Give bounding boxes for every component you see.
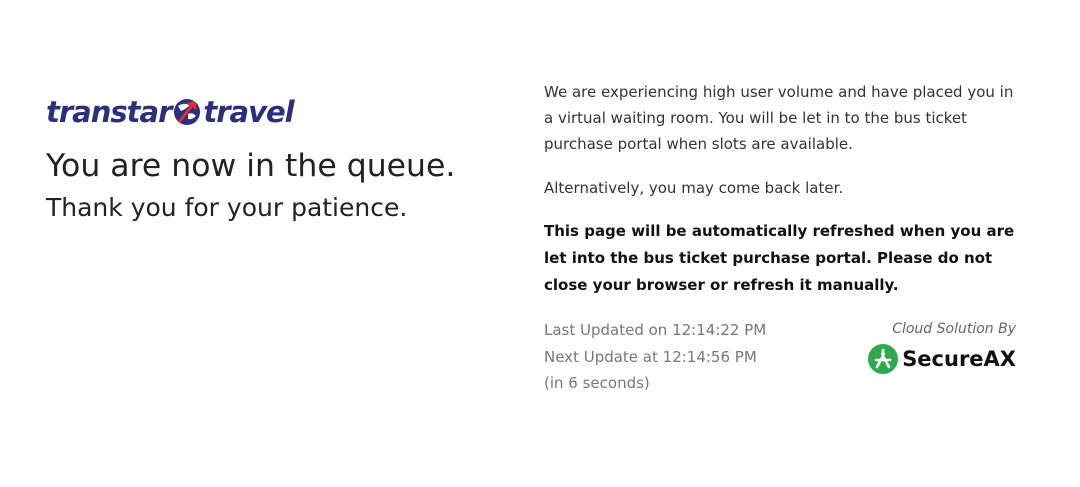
waiting-room-page: transtar travel You are now in the queue… (0, 0, 1080, 487)
status-row: Last Updated on 12:14:22 PM Next Update … (544, 317, 1022, 427)
logo-text-transtar: transtar (46, 95, 172, 129)
securex-name: SecureAX (902, 347, 1016, 371)
last-updated-text: Last Updated on 12:14:22 PM (544, 321, 767, 339)
alternative-message: Alternatively, you may come back later. (544, 179, 844, 197)
securex-logo-icon (868, 344, 899, 374)
countdown-text: (in 6 seconds) (544, 374, 650, 392)
next-update-text: Next Update at 12:14:56 PM (544, 347, 757, 366)
globe-arrow-icon (174, 99, 201, 125)
patience-subheadline: Thank you for your patience. (46, 193, 408, 222)
right-panel: We are experiencing high user volume and… (544, 79, 1022, 427)
refresh-notice: This page will be automatically refreshe… (544, 222, 1015, 294)
update-timestamps: Last Updated on 12:14:22 PM Next Update … (544, 317, 774, 397)
queue-headline: You are now in the queue. (46, 148, 456, 184)
cloud-solution-label: Cloud Solution By (892, 321, 1016, 337)
left-panel: transtar travel You are now in the queue… (46, 92, 496, 225)
provider-credit: Cloud Solution By SecureAX (867, 317, 1016, 375)
transtar-travel-logo: transtar travel (46, 92, 496, 132)
intro-message: We are experiencing high user volume and… (544, 83, 1014, 153)
securex-logo: SecureAX (867, 343, 1016, 375)
logo-text-travel: travel (203, 95, 294, 129)
